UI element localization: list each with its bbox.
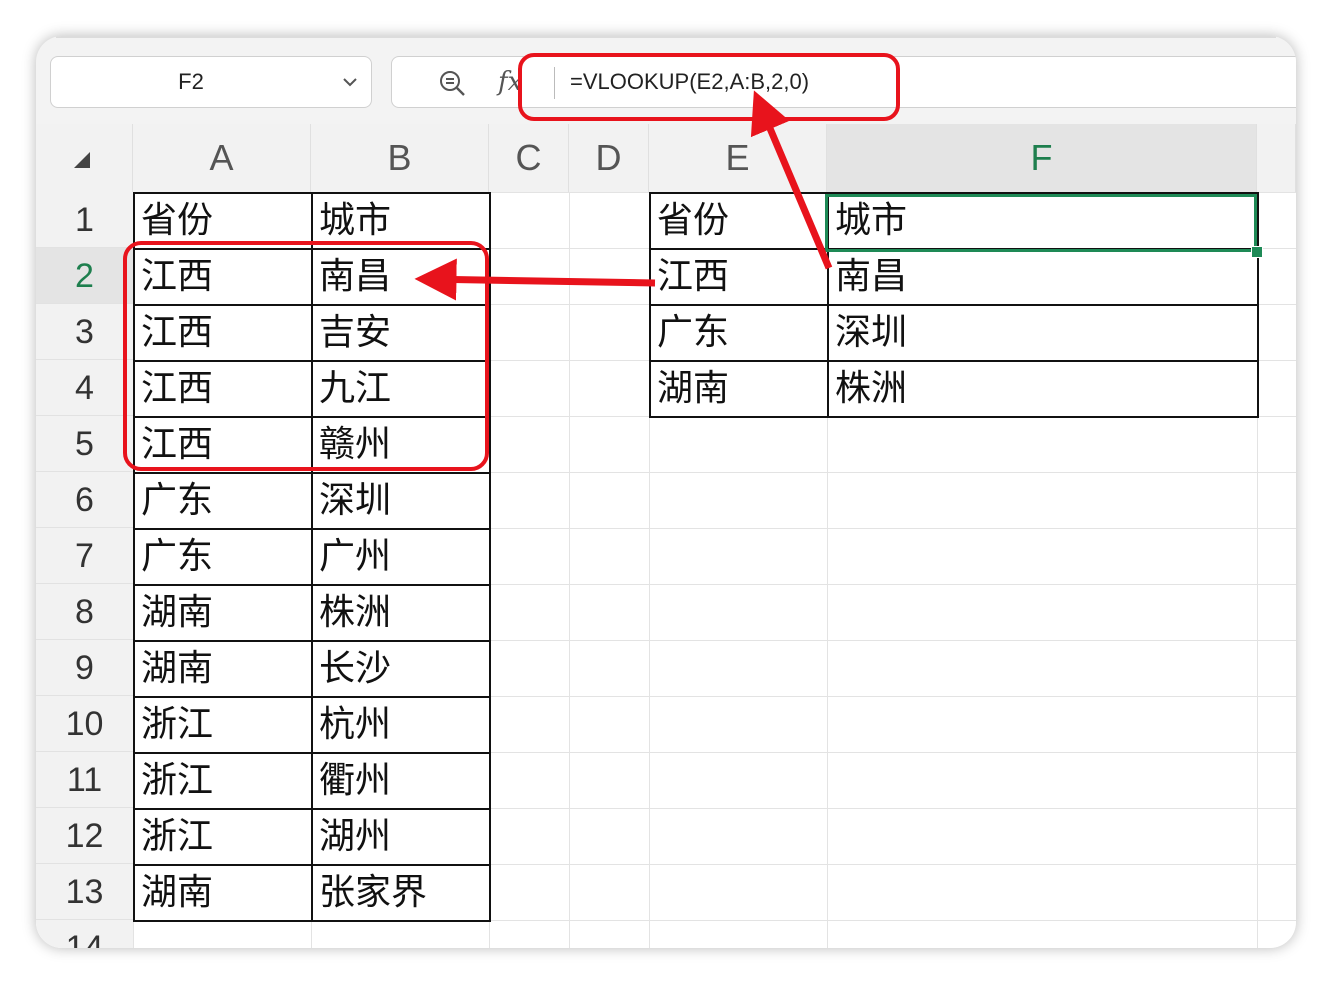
cell-b6[interactable]: 深圳 bbox=[311, 472, 491, 530]
table-row: 江西 南昌 bbox=[649, 248, 1259, 306]
cell-b7[interactable]: 广州 bbox=[311, 528, 491, 586]
window-top-edge bbox=[56, 36, 1276, 38]
cell-e1[interactable]: 省份 bbox=[649, 192, 829, 250]
table-row: 江西 南昌 bbox=[133, 248, 491, 306]
chevron-down-icon[interactable] bbox=[341, 73, 359, 91]
table-row: 省份 城市 bbox=[133, 192, 491, 250]
cell-e2[interactable]: 江西 bbox=[649, 248, 829, 306]
row-header-13[interactable]: 13 bbox=[36, 864, 133, 920]
table-row: 江西 吉安 bbox=[133, 304, 491, 362]
name-box-value: F2 bbox=[178, 69, 204, 94]
column-header-d[interactable]: D bbox=[569, 124, 649, 192]
cell-b12[interactable]: 湖州 bbox=[311, 808, 491, 866]
cell-a1[interactable]: 省份 bbox=[133, 192, 313, 250]
table-row: 江西 九江 bbox=[133, 360, 491, 418]
row-header-6[interactable]: 6 bbox=[36, 472, 133, 528]
row-header-9[interactable]: 9 bbox=[36, 640, 133, 696]
cell-e3[interactable]: 广东 bbox=[649, 304, 829, 362]
table-row: 湖南 张家界 bbox=[133, 864, 491, 922]
table-row: 湖南 长沙 bbox=[133, 640, 491, 698]
cell-b13[interactable]: 张家界 bbox=[311, 864, 491, 922]
cell-b3[interactable]: 吉安 bbox=[311, 304, 491, 362]
cell-b5[interactable]: 赣州 bbox=[311, 416, 491, 474]
column-header-b[interactable]: B bbox=[311, 124, 489, 192]
formula-input[interactable]: =VLOOKUP(E2,A:B,2,0) bbox=[570, 57, 809, 107]
cell-a13[interactable]: 湖南 bbox=[133, 864, 313, 922]
table-row: 浙江 杭州 bbox=[133, 696, 491, 754]
cell-a3[interactable]: 江西 bbox=[133, 304, 313, 362]
row-header-8[interactable]: 8 bbox=[36, 584, 133, 640]
cell-a4[interactable]: 江西 bbox=[133, 360, 313, 418]
column-header-e[interactable]: E bbox=[649, 124, 827, 192]
table-row: 湖南 株洲 bbox=[133, 584, 491, 642]
source-table: 省份 城市 江西 南昌 江西 吉安 江西 九江 江西 赣州 广东 深圳 广东 广州 湖南 株洲 湖南 长沙 浙江 杭州… bbox=[133, 192, 491, 922]
column-header-c[interactable]: C bbox=[489, 124, 569, 192]
cell-a10[interactable]: 浙江 bbox=[133, 696, 313, 754]
row-header-11[interactable]: 11 bbox=[36, 752, 133, 808]
cell-b11[interactable]: 衢州 bbox=[311, 752, 491, 810]
cell-f3[interactable]: 深圳 bbox=[827, 304, 1259, 362]
select-all-corner[interactable] bbox=[36, 124, 133, 192]
cell-f2[interactable]: 南昌 bbox=[827, 248, 1259, 306]
column-gridline bbox=[569, 192, 570, 948]
formula-bar[interactable]: fx =VLOOKUP(E2,A:B,2,0) bbox=[391, 56, 1296, 108]
spreadsheet-window: F2 fx =VLOOKUP(E2,A:B,2,0) ABCDEF 123456… bbox=[36, 36, 1296, 948]
cell-a2[interactable]: 江西 bbox=[133, 248, 313, 306]
cell-a12[interactable]: 浙江 bbox=[133, 808, 313, 866]
column-header-a[interactable]: A bbox=[133, 124, 311, 192]
cell-e4[interactable]: 湖南 bbox=[649, 360, 829, 418]
row-header-7[interactable]: 7 bbox=[36, 528, 133, 584]
cell-b9[interactable]: 长沙 bbox=[311, 640, 491, 698]
function-icon[interactable]: fx bbox=[498, 63, 522, 101]
table-row: 广东 广州 bbox=[133, 528, 491, 586]
name-box[interactable]: F2 bbox=[50, 56, 372, 108]
formula-divider bbox=[554, 67, 555, 99]
row-header-14[interactable]: 14 bbox=[36, 920, 133, 948]
cell-f4[interactable]: 株洲 bbox=[827, 360, 1259, 418]
cell-b4[interactable]: 九江 bbox=[311, 360, 491, 418]
zoom-out-icon[interactable] bbox=[438, 69, 466, 97]
column-header-f[interactable]: F bbox=[827, 124, 1257, 192]
row-header-12[interactable]: 12 bbox=[36, 808, 133, 864]
cell-b10[interactable]: 杭州 bbox=[311, 696, 491, 754]
cell-a5[interactable]: 江西 bbox=[133, 416, 313, 474]
cell-a11[interactable]: 浙江 bbox=[133, 752, 313, 810]
table-row: 浙江 湖州 bbox=[133, 808, 491, 866]
row-header-2[interactable]: 2 bbox=[36, 248, 133, 304]
cell-a6[interactable]: 广东 bbox=[133, 472, 313, 530]
table-row: 广东 深圳 bbox=[133, 472, 491, 530]
cell-b1[interactable]: 城市 bbox=[311, 192, 491, 250]
table-row: 浙江 衢州 bbox=[133, 752, 491, 810]
cell-b8[interactable]: 株洲 bbox=[311, 584, 491, 642]
row-header-10[interactable]: 10 bbox=[36, 696, 133, 752]
cell-a9[interactable]: 湖南 bbox=[133, 640, 313, 698]
table-row: 广东 深圳 bbox=[649, 304, 1259, 362]
cell-a8[interactable]: 湖南 bbox=[133, 584, 313, 642]
cell-a7[interactable]: 广东 bbox=[133, 528, 313, 586]
row-header-4[interactable]: 4 bbox=[36, 360, 133, 416]
fill-handle[interactable] bbox=[1251, 246, 1263, 258]
row-header-1[interactable]: 1 bbox=[36, 192, 133, 248]
cell-b2[interactable]: 南昌 bbox=[311, 248, 491, 306]
table-row: 江西 赣州 bbox=[133, 416, 491, 474]
row-header-3[interactable]: 3 bbox=[36, 304, 133, 360]
select-all-icon[interactable] bbox=[72, 150, 92, 170]
selected-cell-outline[interactable] bbox=[825, 194, 1257, 252]
column-header-overflow bbox=[1257, 124, 1296, 192]
table-row: 湖南 株洲 bbox=[649, 360, 1259, 418]
row-header-5[interactable]: 5 bbox=[36, 416, 133, 472]
